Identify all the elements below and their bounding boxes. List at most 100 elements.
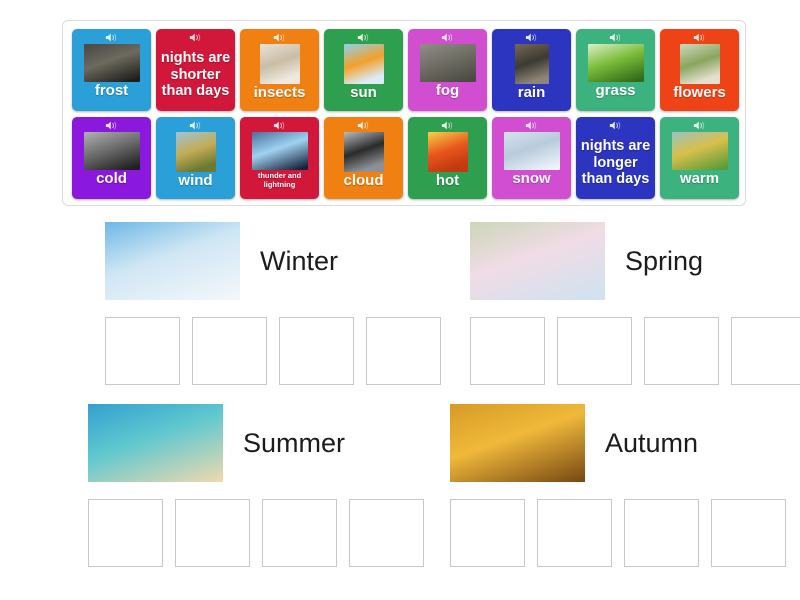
dropzone-slot[interactable] bbox=[470, 317, 545, 385]
winter-photo bbox=[105, 222, 240, 300]
dropzone-slot[interactable] bbox=[88, 499, 163, 567]
dropzone-slot[interactable] bbox=[731, 317, 800, 385]
snow-photo bbox=[503, 132, 560, 170]
speaker-icon[interactable] bbox=[273, 32, 287, 43]
draggable-tile-insects[interactable]: insects bbox=[240, 29, 319, 111]
speaker-icon[interactable] bbox=[609, 32, 623, 43]
dropzone-slot[interactable] bbox=[711, 499, 786, 567]
speaker-icon[interactable] bbox=[105, 32, 119, 43]
draggable-tile-sun[interactable]: sun bbox=[324, 29, 403, 111]
season-group-winter: Winter bbox=[105, 222, 441, 385]
tile-bank: frost nights are shorter than days insects… bbox=[62, 20, 746, 206]
frost-photo bbox=[83, 44, 140, 82]
season-title: Summer bbox=[243, 427, 346, 458]
speaker-icon[interactable] bbox=[357, 120, 371, 131]
speaker-icon[interactable] bbox=[189, 120, 203, 131]
season-group-spring: Spring bbox=[470, 222, 800, 385]
draggable-tile-fog[interactable]: fog bbox=[408, 29, 487, 111]
cloud-photo bbox=[343, 132, 384, 172]
summer-photo bbox=[88, 404, 223, 482]
draggable-tile-cold[interactable]: cold bbox=[72, 117, 151, 199]
dropzone-slot[interactable] bbox=[175, 499, 250, 567]
dropzone-slot[interactable] bbox=[557, 317, 632, 385]
dropzone-row bbox=[88, 499, 424, 567]
speaker-icon[interactable] bbox=[693, 120, 707, 131]
season-header: Summer bbox=[88, 404, 424, 482]
speaker-icon[interactable] bbox=[441, 120, 455, 131]
tile-label: nights are shorter than days bbox=[160, 50, 231, 99]
tile-label: cloud bbox=[343, 172, 384, 189]
draggable-tile-rain[interactable]: rain bbox=[492, 29, 571, 111]
thunder-photo bbox=[251, 132, 308, 170]
season-header: Autumn bbox=[450, 404, 786, 482]
wind-photo bbox=[175, 132, 216, 172]
fog-photo bbox=[419, 44, 476, 82]
draggable-tile-snow[interactable]: snow bbox=[492, 117, 571, 199]
tile-label: flowers bbox=[673, 84, 726, 101]
grass-photo bbox=[587, 44, 644, 82]
draggable-tile-frost[interactable]: frost bbox=[72, 29, 151, 111]
draggable-tile-flowers[interactable]: flowers bbox=[660, 29, 739, 111]
tile-label: rain bbox=[517, 84, 546, 101]
insect-photo bbox=[259, 44, 300, 84]
draggable-tile-grass[interactable]: grass bbox=[576, 29, 655, 111]
draggable-tile-cloud[interactable]: cloud bbox=[324, 117, 403, 199]
tile-label: insects bbox=[253, 84, 306, 101]
dropzone-slot[interactable] bbox=[450, 499, 525, 567]
tile-label: cold bbox=[96, 170, 127, 187]
speaker-icon[interactable] bbox=[273, 120, 287, 131]
warm-photo bbox=[671, 132, 728, 170]
season-header: Spring bbox=[470, 222, 800, 300]
dropzone-slot[interactable] bbox=[279, 317, 354, 385]
tile-row: frost nights are shorter than days insects… bbox=[72, 29, 739, 111]
dropzone-slot[interactable] bbox=[366, 317, 441, 385]
speaker-icon[interactable] bbox=[441, 32, 455, 43]
draggable-tile-wind[interactable]: wind bbox=[156, 117, 235, 199]
flowers-photo bbox=[679, 44, 720, 84]
draggable-tile-nights-are-shorter-than-days[interactable]: nights are shorter than days bbox=[156, 29, 235, 111]
season-group-summer: Summer bbox=[88, 404, 424, 567]
dropzone-slot[interactable] bbox=[105, 317, 180, 385]
spring-photo bbox=[470, 222, 605, 300]
speaker-icon[interactable] bbox=[693, 32, 707, 43]
sun-photo bbox=[343, 44, 384, 84]
draggable-tile-nights-are-longer-than-days[interactable]: nights are longer than days bbox=[576, 117, 655, 199]
tile-label: grass bbox=[595, 82, 636, 99]
dropzone-row bbox=[105, 317, 441, 385]
speaker-icon[interactable] bbox=[609, 120, 623, 131]
tile-label: wind bbox=[178, 172, 213, 189]
dropzone-slot[interactable] bbox=[624, 499, 699, 567]
speaker-icon[interactable] bbox=[525, 120, 539, 131]
draggable-tile-hot[interactable]: hot bbox=[408, 117, 487, 199]
tile-label: warm bbox=[679, 170, 720, 187]
tile-label: frost bbox=[94, 82, 129, 99]
dropzone-slot[interactable] bbox=[262, 499, 337, 567]
season-header: Winter bbox=[105, 222, 441, 300]
dropzone-slot[interactable] bbox=[192, 317, 267, 385]
tile-label: thunder and lightning bbox=[257, 171, 302, 189]
cold-photo bbox=[83, 132, 140, 170]
tile-label: sun bbox=[350, 84, 377, 101]
tile-label: hot bbox=[435, 172, 460, 189]
rain-photo bbox=[514, 44, 549, 84]
autumn-photo bbox=[450, 404, 585, 482]
tile-label: fog bbox=[435, 82, 460, 99]
dropzone-row bbox=[450, 499, 786, 567]
season-title: Autumn bbox=[605, 427, 699, 458]
speaker-icon[interactable] bbox=[525, 32, 539, 43]
speaker-icon[interactable] bbox=[357, 32, 371, 43]
speaker-icon[interactable] bbox=[105, 120, 119, 131]
dropzone-slot[interactable] bbox=[349, 499, 424, 567]
tile-label: nights are longer than days bbox=[580, 138, 651, 187]
hot-photo bbox=[427, 132, 468, 172]
season-title: Winter bbox=[260, 245, 339, 276]
draggable-tile-thunder-and-lightning[interactable]: thunder and lightning bbox=[240, 117, 319, 199]
season-group-autumn: Autumn bbox=[450, 404, 786, 567]
draggable-tile-warm[interactable]: warm bbox=[660, 117, 739, 199]
season-title: Spring bbox=[625, 245, 704, 276]
speaker-icon[interactable] bbox=[189, 32, 203, 43]
dropzone-slot[interactable] bbox=[644, 317, 719, 385]
tile-row: cold wind thunder and lightning cloud hot sno… bbox=[72, 117, 739, 199]
dropzone-row bbox=[470, 317, 800, 385]
dropzone-slot[interactable] bbox=[537, 499, 612, 567]
